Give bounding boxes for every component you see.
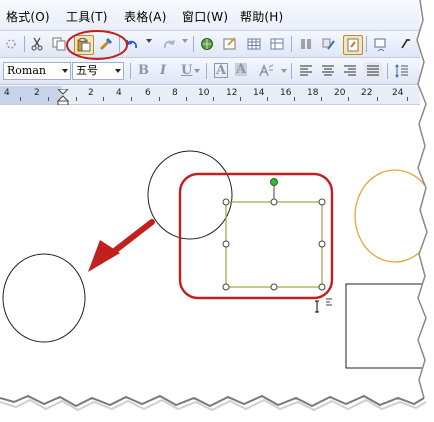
char-scale-icon[interactable] xyxy=(257,62,275,80)
ruler-number: 12 xyxy=(226,88,238,98)
standard-toolbar xyxy=(0,31,420,58)
indent-marker-icon[interactable] xyxy=(57,89,69,105)
document-canvas[interactable] xyxy=(0,106,434,422)
ruler-number: 2 xyxy=(34,88,40,98)
font-size-value: 五号 xyxy=(76,64,98,77)
ruler-number: 4 xyxy=(116,88,122,98)
insert-table-icon[interactable] xyxy=(245,35,263,53)
formatting-toolbar: Roman 五号 B I U A A xyxy=(0,58,420,85)
selection-highlight-box xyxy=(178,172,334,300)
char-shading-button[interactable]: A xyxy=(235,63,248,76)
bold-button[interactable]: B xyxy=(138,63,149,78)
menu-window[interactable]: 窗口(W) xyxy=(182,8,228,25)
align-right-icon[interactable] xyxy=(341,62,359,80)
chevron-down-icon xyxy=(115,69,121,73)
ruler-number: 6 xyxy=(145,88,151,98)
text-cursor-icon xyxy=(315,298,332,313)
print-preview-icon[interactable] xyxy=(2,35,20,53)
ruler-number: 20 xyxy=(334,88,346,98)
ruler-number: 24 xyxy=(392,88,404,98)
zoom-icon[interactable] xyxy=(372,35,390,53)
hyperlink-icon[interactable] xyxy=(198,35,216,53)
ruler-number: 2 xyxy=(88,88,94,98)
align-left-icon[interactable] xyxy=(297,62,315,80)
ruler-number: 8 xyxy=(172,88,178,98)
char-scale-dropdown-icon[interactable] xyxy=(281,69,287,73)
menu-help[interactable]: 帮助(H) xyxy=(240,8,283,25)
ruler-number: 16 xyxy=(280,88,292,98)
show-formatting-icon[interactable] xyxy=(396,35,414,53)
font-name-value: Roman xyxy=(7,64,46,77)
justify-icon[interactable] xyxy=(364,62,382,80)
selected-shape[interactable] xyxy=(225,201,323,288)
columns-icon[interactable] xyxy=(297,35,315,53)
rotate-handle[interactable] xyxy=(270,178,278,186)
underline-button[interactable]: U xyxy=(181,63,192,78)
ruler-number: 14 xyxy=(253,88,265,98)
menu-tools[interactable]: 工具(T) xyxy=(66,8,108,25)
menu-bar: 格式(O) 工具(T) 表格(A) 窗口(W) 帮助(H) xyxy=(0,0,420,31)
ruler-number: 22 xyxy=(361,88,373,98)
resize-handles[interactable] xyxy=(222,198,326,291)
word-window: 格式(O) 工具(T) 表格(A) 窗口(W) 帮助(H) Roman 五号 B… xyxy=(0,0,434,422)
ruler-number: 10 xyxy=(198,88,210,98)
cut-icon[interactable] xyxy=(28,35,46,53)
menu-format[interactable]: 格式(O) xyxy=(6,8,50,25)
pasted-circle[interactable] xyxy=(2,253,86,343)
drawing-icon[interactable] xyxy=(320,35,338,53)
underline-dropdown-icon[interactable] xyxy=(194,69,200,73)
undo-dropdown-icon[interactable] xyxy=(146,39,152,43)
source-circle[interactable] xyxy=(147,150,233,240)
ruler-number: 4 xyxy=(4,88,10,98)
document-map-icon[interactable] xyxy=(343,35,363,55)
redo-dropdown-icon[interactable] xyxy=(182,39,188,43)
chevron-down-icon xyxy=(62,69,68,73)
insert-excel-icon[interactable] xyxy=(268,35,286,53)
redo-icon[interactable] xyxy=(160,35,178,53)
line-spacing-icon[interactable] xyxy=(393,62,411,80)
align-center-icon[interactable] xyxy=(319,62,337,80)
menu-table[interactable]: 表格(A) xyxy=(124,8,167,25)
ruler-number: 18 xyxy=(307,88,319,98)
rectangle-shape[interactable] xyxy=(345,283,427,369)
italic-button[interactable]: I xyxy=(160,63,166,78)
font-name-select[interactable]: Roman xyxy=(3,62,71,80)
orange-circle[interactable] xyxy=(354,169,434,263)
font-size-select[interactable]: 五号 xyxy=(72,62,124,80)
toolbar-highlight-ellipse xyxy=(66,30,128,60)
tables-borders-icon[interactable] xyxy=(221,35,239,53)
char-border-button[interactable]: A xyxy=(214,63,229,78)
red-arrow xyxy=(88,219,155,272)
